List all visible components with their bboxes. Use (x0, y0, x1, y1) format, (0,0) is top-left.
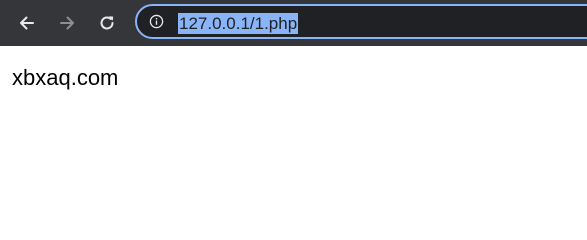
reload-button[interactable] (92, 8, 122, 38)
page-content: xbxaq.com (0, 46, 587, 222)
back-button[interactable] (12, 8, 42, 38)
info-icon[interactable] (149, 14, 164, 29)
browser-toolbar: 127.0.0.1/1.php (0, 0, 587, 46)
reload-icon (100, 16, 114, 30)
address-bar[interactable]: 127.0.0.1/1.php (135, 4, 587, 39)
arrow-left-icon (20, 16, 34, 30)
arrow-right-icon (60, 16, 74, 30)
page-body-text: xbxaq.com (12, 65, 119, 90)
forward-button[interactable] (52, 8, 82, 38)
url-text[interactable]: 127.0.0.1/1.php (178, 13, 299, 34)
